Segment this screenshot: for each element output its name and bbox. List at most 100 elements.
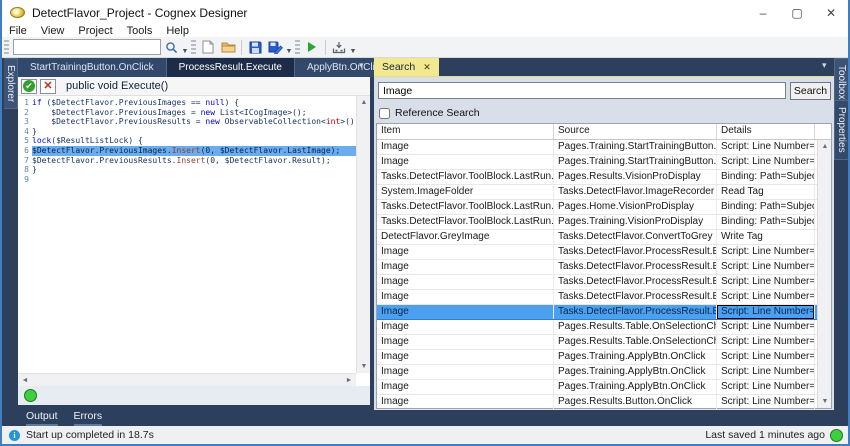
table-cell[interactable]: Script: Line Number=2: [717, 260, 815, 274]
table-cell[interactable]: Tasks.DetectFlavor.ConvertToGrey: [554, 230, 717, 244]
table-cell[interactable]: Script: Line Number=6: [717, 290, 815, 304]
minimize-button[interactable]: –: [746, 0, 780, 25]
table-row[interactable]: ImageTasks.DetectFlavor.ProcessResult.Ex…: [377, 275, 831, 290]
table-cell[interactable]: Binding: Path=Subject: [717, 215, 815, 229]
scroll-up-icon[interactable]: ▲: [818, 140, 832, 153]
menu-file[interactable]: File: [2, 25, 34, 37]
table-cell[interactable]: Tasks.DetectFlavor.ToolBlock.LastRun.Cog…: [377, 170, 554, 184]
menu-view[interactable]: View: [34, 25, 72, 37]
table-cell[interactable]: DetectFlavor.GreyImage: [377, 230, 554, 244]
code-line[interactable]: 5lock($ResultListLock) {: [18, 136, 356, 146]
scroll-down-icon[interactable]: ▼: [818, 395, 832, 408]
table-cell[interactable]: Image: [377, 275, 554, 289]
table-row[interactable]: ImageTasks.DetectFlavor.ProcessResult.Ex…: [377, 245, 831, 260]
table-row[interactable]: Tasks.DetectFlavor.ToolBlock.LastRun.Cog…: [377, 200, 831, 215]
table-cell[interactable]: Tasks.DetectFlavor.ProcessResult.Execute: [554, 275, 717, 289]
table-cell[interactable]: Image: [377, 380, 554, 394]
table-cell[interactable]: System.ImageFolder: [377, 185, 554, 199]
table-cell[interactable]: Pages.Training.ApplyBtn.OnClick: [554, 350, 717, 364]
table-cell[interactable]: Read Tag: [717, 185, 815, 199]
table-cell[interactable]: Image: [377, 395, 554, 409]
table-cell[interactable]: Script: Line Number=3: [717, 395, 815, 409]
search-dropdown-icon[interactable]: ▼: [181, 48, 189, 55]
table-cell[interactable]: Pages.Results.Table.OnSelectionChanged: [554, 335, 717, 349]
table-cell[interactable]: Image: [377, 335, 554, 349]
table-cell[interactable]: Tasks.DetectFlavor.ProcessResult.Execute: [554, 305, 717, 319]
editor-tab[interactable]: ProcessResult.Execute: [167, 58, 295, 77]
table-row[interactable]: ImageTasks.DetectFlavor.ProcessResult.Ex…: [377, 290, 831, 305]
table-row[interactable]: ImagePages.Results.Table.OnSelectionChan…: [377, 335, 831, 350]
code-line[interactable]: 1if ($DetectFlavor.PreviousImages == nul…: [18, 98, 356, 108]
table-vertical-scrollbar[interactable]: ▲ ▼: [817, 140, 831, 408]
close-button[interactable]: ✕: [814, 0, 848, 25]
table-cell[interactable]: Tasks.DetectFlavor.ImageRecorder: [554, 185, 717, 199]
table-cell[interactable]: Pages.Training.StartTrainingButton.OnCli…: [554, 155, 717, 169]
output-tab-errors[interactable]: Errors: [74, 410, 103, 426]
table-cell[interactable]: Pages.Training.StartTrainingButton.OnCli…: [554, 140, 717, 154]
table-cell[interactable]: Script: Line Number=10: [717, 380, 815, 394]
toolbar-grip[interactable]: [4, 40, 9, 54]
editor-tab[interactable]: StartTrainingButton.OnClick: [18, 58, 167, 77]
editor-vertical-scrollbar[interactable]: ▲ ▼: [356, 96, 370, 373]
table-cell[interactable]: Image: [377, 350, 554, 364]
table-cell[interactable]: Image: [377, 155, 554, 169]
save-edit-icon[interactable]: [266, 39, 284, 56]
run-icon[interactable]: [303, 39, 321, 56]
search-tab-close-icon[interactable]: ✕: [423, 62, 431, 73]
table-cell[interactable]: Tasks.DetectFlavor.ProcessResult.Execute: [554, 290, 717, 304]
code-area[interactable]: 1if ($DetectFlavor.PreviousImages == nul…: [18, 96, 356, 373]
table-cell[interactable]: Script: Line Number=4: [717, 335, 815, 349]
table-row[interactable]: ImagePages.Results.Button.OnClickScript:…: [377, 395, 831, 410]
table-row[interactable]: Tasks.DetectFlavor.ToolBlock.LastRun.Cog…: [377, 215, 831, 230]
save-dropdown-icon[interactable]: ▼: [285, 48, 293, 55]
table-row[interactable]: ImagePages.Training.ApplyBtn.OnClickScri…: [377, 365, 831, 380]
table-cell[interactable]: Script: Line Number=6: [717, 305, 815, 319]
table-cell[interactable]: Image: [377, 305, 554, 319]
table-row[interactable]: ImagePages.Training.StartTrainingButton.…: [377, 155, 831, 170]
reference-search-checkbox[interactable]: [379, 108, 390, 119]
table-cell[interactable]: Image: [377, 320, 554, 334]
table-cell[interactable]: Pages.Training.ApplyBtn.OnClick: [554, 380, 717, 394]
code-line[interactable]: 7$DetectFlavor.PreviousResults.Insert(0,…: [18, 156, 356, 166]
sidebar-tab-properties[interactable]: Properties: [834, 100, 848, 160]
table-row[interactable]: ImagePages.Training.ApplyBtn.OnClickScri…: [377, 380, 831, 395]
table-cell[interactable]: Image: [377, 365, 554, 379]
table-cell[interactable]: Tasks.DetectFlavor.ToolBlock.LastRun.Cog…: [377, 215, 554, 229]
table-row[interactable]: ImagePages.Results.Table.OnSelectionChan…: [377, 320, 831, 335]
table-row[interactable]: ImageTasks.DetectFlavor.ProcessResult.Ex…: [377, 260, 831, 275]
scroll-up-icon[interactable]: ▲: [357, 96, 371, 109]
table-cell[interactable]: Pages.Training.VisionProDisplay: [554, 215, 717, 229]
code-line[interactable]: 9: [18, 175, 356, 185]
table-cell[interactable]: Script: Line Number=2: [717, 275, 815, 289]
table-cell[interactable]: Image: [377, 260, 554, 274]
table-cell[interactable]: Tasks.DetectFlavor.ProcessResult.Execute: [554, 260, 717, 274]
table-cell[interactable]: Pages.Results.Button.OnClick: [554, 395, 717, 409]
editor-horizontal-scrollbar[interactable]: ◄ ►: [18, 373, 356, 386]
table-cell[interactable]: Script: Line Number=12: [717, 140, 815, 154]
search-tab-menu-icon[interactable]: ▾: [822, 60, 827, 71]
menu-project[interactable]: Project: [71, 25, 119, 37]
code-line[interactable]: 4}: [18, 127, 356, 137]
table-row[interactable]: ImagePages.Training.ApplyBtn.OnClickScri…: [377, 350, 831, 365]
table-cell[interactable]: Tasks.DetectFlavor.ToolBlock.LastRun.Cog…: [377, 200, 554, 214]
table-cell[interactable]: Pages.Results.Table.OnSelectionChanged: [554, 320, 717, 334]
column-header-item[interactable]: Item: [377, 124, 554, 139]
table-cell[interactable]: Script: Line Number=10: [717, 365, 815, 379]
table-cell[interactable]: Image: [377, 245, 554, 259]
import-icon[interactable]: [330, 39, 348, 56]
table-row[interactable]: System.ImageFolderTasks.DetectFlavor.Ima…: [377, 185, 831, 200]
table-cell[interactable]: Script: Line Number=1: [717, 350, 815, 364]
tab-search[interactable]: Search ✕: [374, 58, 439, 76]
search-button[interactable]: Search: [790, 82, 831, 100]
open-folder-icon[interactable]: [219, 39, 237, 56]
table-cell[interactable]: Pages.Training.ApplyBtn.OnClick: [554, 365, 717, 379]
code-line[interactable]: 2 $DetectFlavor.PreviousImages = new Lis…: [18, 108, 356, 118]
table-row[interactable]: DetectFlavor.GreyImageTasks.DetectFlavor…: [377, 230, 831, 245]
table-cell[interactable]: Binding: Path=Subject: [717, 170, 815, 184]
menu-tools[interactable]: Tools: [120, 25, 160, 37]
table-cell[interactable]: Script: Line Number=1: [717, 245, 815, 259]
table-row[interactable]: ImageTasks.DetectFlavor.ProcessResult.Ex…: [377, 305, 831, 320]
toolbar-grip[interactable]: [191, 40, 196, 54]
import-dropdown-icon[interactable]: ▼: [349, 48, 357, 55]
table-cell[interactable]: Image: [377, 290, 554, 304]
